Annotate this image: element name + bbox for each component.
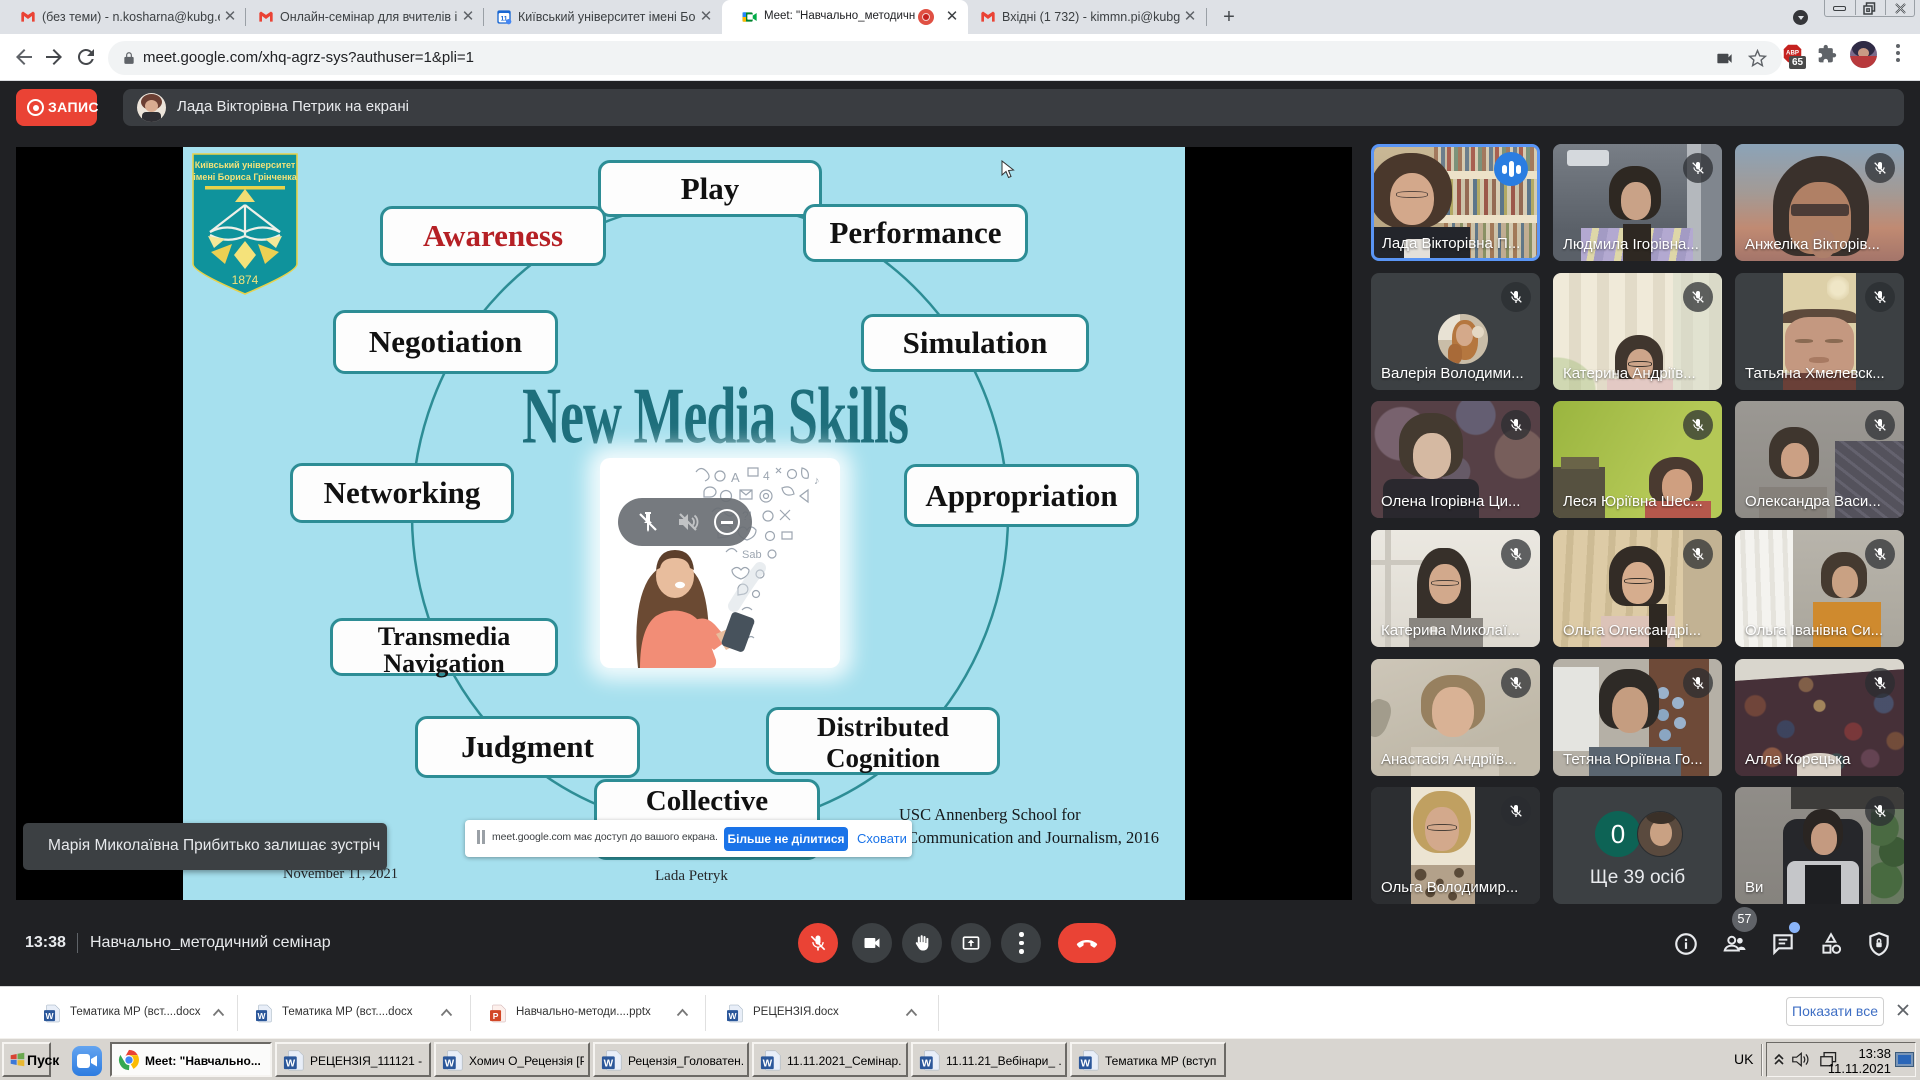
svg-text:W: W bbox=[46, 1011, 55, 1021]
svg-text:W: W bbox=[1081, 1058, 1091, 1069]
svg-text:W: W bbox=[729, 1011, 738, 1021]
svg-text:1874: 1874 bbox=[232, 273, 259, 287]
svg-text:♪: ♪ bbox=[814, 475, 820, 487]
svg-text:імені Бориса Грінченка: імені Бориса Грінченка bbox=[193, 172, 298, 182]
svg-text:W: W bbox=[922, 1058, 932, 1069]
svg-text:4: 4 bbox=[763, 469, 770, 483]
svg-text:P: P bbox=[493, 1011, 499, 1021]
svg-text:W: W bbox=[286, 1058, 296, 1069]
svg-text:W: W bbox=[604, 1058, 614, 1069]
svg-text:Sab: Sab bbox=[742, 549, 762, 561]
svg-text:Київський університет: Київський університет bbox=[195, 160, 296, 170]
svg-text:W: W bbox=[445, 1058, 455, 1069]
svg-text:A: A bbox=[731, 470, 740, 485]
svg-text:W: W bbox=[258, 1011, 267, 1021]
svg-text:W: W bbox=[763, 1058, 773, 1069]
